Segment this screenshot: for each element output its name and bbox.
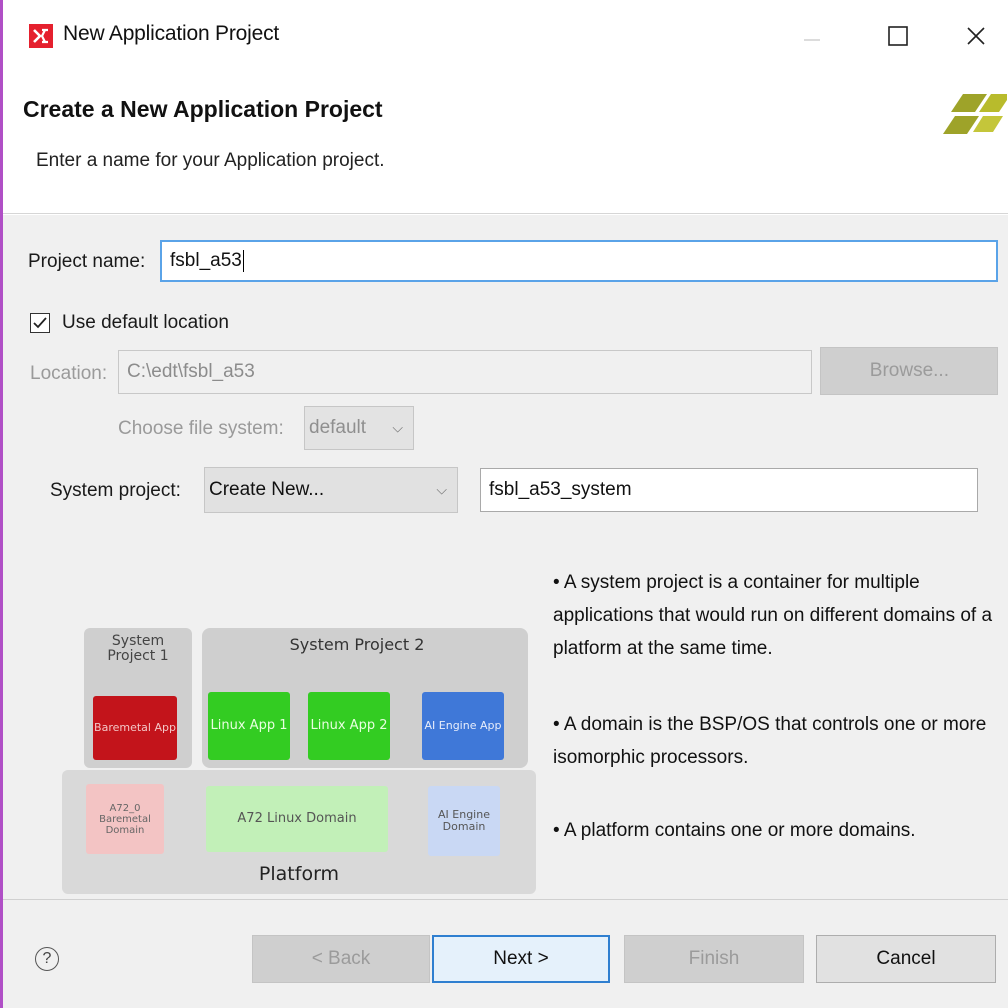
app-logo-icon <box>29 24 53 48</box>
project-name-input[interactable]: fsbl_a53 <box>160 240 998 282</box>
location-label: Location: <box>30 363 108 384</box>
system-project-2-label: System Project 2 <box>289 635 425 654</box>
info-bullet-system-project: • A system project is a container for mu… <box>553 572 993 659</box>
title-bar: New Application Project <box>3 0 1008 72</box>
a72-baremetal-domain-block: A72_0 Baremetal Domain <box>86 784 164 854</box>
help-icon[interactable]: ? <box>35 947 59 971</box>
finish-button[interactable]: Finish <box>624 935 804 983</box>
use-default-location-label: Use default location <box>62 312 229 333</box>
window-title: New Application Project <box>63 22 280 45</box>
system-project-name-input[interactable]: fsbl_a53_system <box>480 468 978 512</box>
next-button[interactable]: Next > <box>432 935 610 983</box>
info-bullet-platform: • A platform contains one or more domain… <box>553 820 916 841</box>
project-name-label: Project name: <box>28 251 146 272</box>
maximize-button[interactable] <box>875 16 921 56</box>
platform-label: Platform <box>258 863 340 885</box>
cancel-button[interactable]: Cancel <box>816 935 996 983</box>
maximize-icon <box>888 26 908 46</box>
wizard-header: Create a New Application Project Enter a… <box>3 72 1008 214</box>
ai-engine-app-block: AI Engine App <box>422 692 504 760</box>
minimize-button[interactable] <box>789 16 835 56</box>
page-description: Enter a name for your Application projec… <box>36 150 385 171</box>
minimize-icon <box>804 39 820 41</box>
a72-linux-domain-block: A72 Linux Domain <box>206 786 388 852</box>
info-bullet-domain: • A domain is the BSP/OS that controls o… <box>553 714 987 768</box>
ai-engine-domain-block: AI Engine Domain <box>428 786 500 856</box>
wizard-banner-icon <box>943 94 1007 134</box>
close-icon <box>967 27 985 45</box>
close-button[interactable] <box>953 16 999 56</box>
location-value: C:\edt\fsbl_a53 <box>127 361 255 382</box>
text-caret <box>242 250 244 272</box>
linux-app-2-block: Linux App 2 <box>308 692 390 760</box>
page-title: Create a New Application Project <box>23 96 383 122</box>
checkmark-icon <box>33 317 47 329</box>
linux-app-1-block: Linux App 1 <box>208 692 290 760</box>
baremetal-app-block: Baremetal App <box>93 696 177 760</box>
system-project-1-label: System Project 1 <box>107 633 169 665</box>
browse-button[interactable]: Browse... <box>820 347 998 395</box>
back-button[interactable]: < Back <box>252 935 430 983</box>
location-input[interactable]: C:\edt\fsbl_a53 <box>118 350 812 394</box>
project-name-value: fsbl_a53 <box>170 250 242 271</box>
use-default-location-checkbox[interactable] <box>30 313 50 333</box>
